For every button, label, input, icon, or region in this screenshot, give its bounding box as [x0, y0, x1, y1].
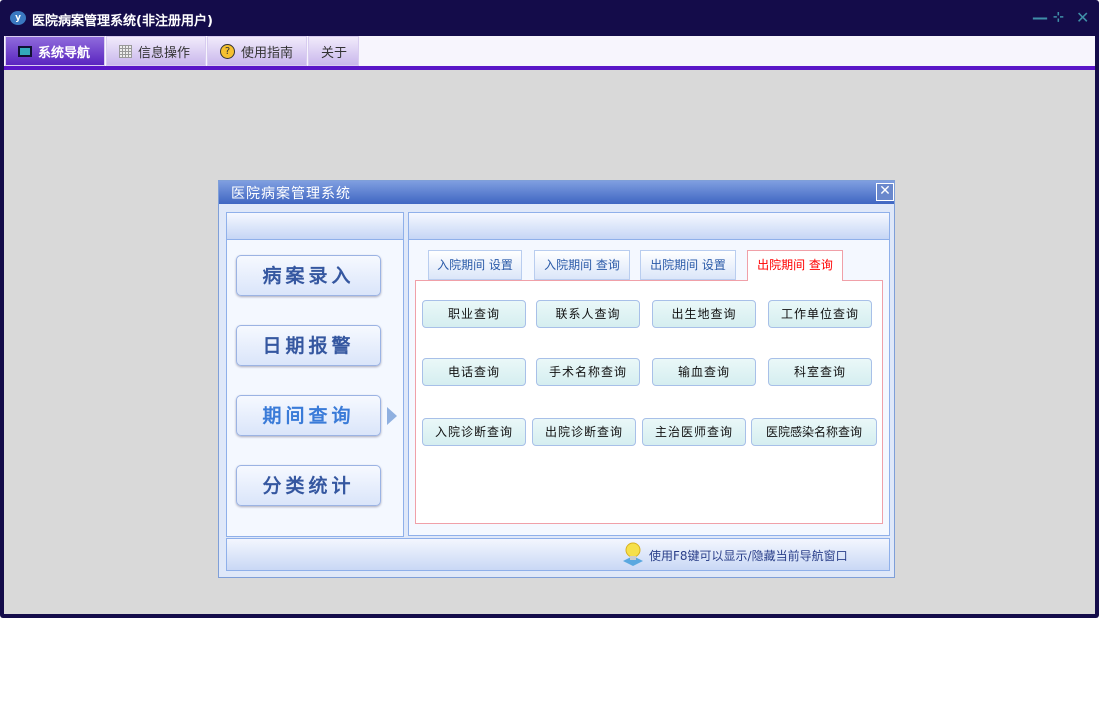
query-birthplace-button[interactable]: 出生地查询	[652, 300, 756, 328]
query-infection-name-button[interactable]: 医院感染名称查询	[751, 418, 877, 446]
query-attending-physician-button[interactable]: 主治医师查询	[642, 418, 746, 446]
nav-button-period-query[interactable]: 期间查询	[236, 395, 381, 436]
nav-panel-header	[227, 213, 403, 240]
monitor-icon	[18, 45, 32, 57]
tab-discharge-period-settings[interactable]: 出院期间 设置	[640, 250, 736, 280]
window-title: 医院病案管理系统(非注册用户)	[32, 14, 213, 29]
query-transfusion-button[interactable]: 输血查询	[652, 358, 756, 386]
tab-admission-period-query[interactable]: 入院期间 查询	[534, 250, 630, 280]
f8-tip-text: 使用F8键可以显示/隐藏当前导航窗口	[649, 549, 848, 563]
nav-button-category-stats[interactable]: 分类统计	[236, 465, 381, 506]
menu-tab-nav[interactable]: 系统导航	[5, 36, 105, 66]
dialog-close-button[interactable]: ✕	[876, 183, 894, 201]
menu-tab-guide[interactable]: ? 使用指南	[207, 36, 307, 66]
dialog-title: 医院病案管理系统	[219, 181, 894, 204]
nav-button-record-entry[interactable]: 病案录入	[236, 255, 381, 296]
grid-icon	[119, 44, 132, 58]
title-bar: y 医院病案管理系统(非注册用户) — ⊹ ✕	[0, 0, 1099, 36]
close-icon[interactable]: ✕	[1076, 8, 1089, 27]
selected-arrow-icon	[387, 407, 397, 425]
menu-tab-about[interactable]: 关于	[308, 36, 359, 66]
lightbulb-icon	[623, 542, 643, 566]
restore-icon[interactable]: ⊹	[1053, 10, 1064, 25]
query-occupation-button[interactable]: 职业查询	[422, 300, 526, 328]
menu-bar: 系统导航 信息操作 ? 使用指南 关于	[4, 36, 1095, 66]
query-contact-button[interactable]: 联系人查询	[536, 300, 640, 328]
query-discharge-diagnosis-button[interactable]: 出院诊断查询	[532, 418, 636, 446]
query-admission-diagnosis-button[interactable]: 入院诊断查询	[422, 418, 526, 446]
query-phone-button[interactable]: 电话查询	[422, 358, 526, 386]
query-surgery-button[interactable]: 手术名称查询	[536, 358, 640, 386]
help-icon: ?	[220, 43, 235, 59]
minimize-icon[interactable]: —	[1032, 8, 1048, 27]
tab-admission-period-settings[interactable]: 入院期间 设置	[428, 250, 522, 280]
tab-discharge-period-query[interactable]: 出院期间 查询	[747, 250, 843, 281]
query-employer-button[interactable]: 工作单位查询	[768, 300, 872, 328]
app-logo-icon: y	[10, 11, 26, 25]
dialog-footer: 使用F8键可以显示/隐藏当前导航窗口	[226, 538, 890, 571]
nav-button-date-alert[interactable]: 日期报警	[236, 325, 381, 366]
query-department-button[interactable]: 科室查询	[768, 358, 872, 386]
menu-tab-info[interactable]: 信息操作	[106, 36, 206, 66]
content-panel-header	[409, 213, 889, 240]
